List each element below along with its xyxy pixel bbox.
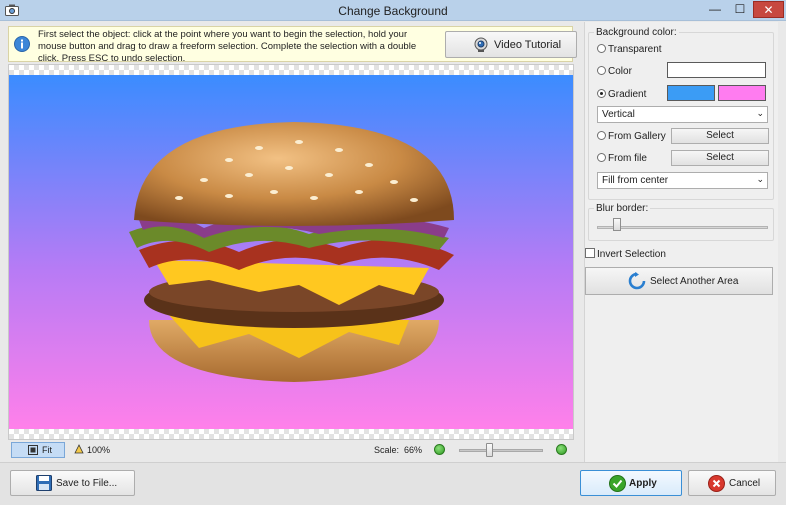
- zoom-in-icon[interactable]: [556, 444, 567, 455]
- radio-transparent[interactable]: Transparent: [597, 44, 662, 55]
- radio-color-label: Color: [608, 66, 632, 77]
- floppy-disk-icon: [36, 475, 52, 491]
- checkmark-icon: [609, 475, 626, 492]
- info-icon: [14, 36, 30, 52]
- blur-slider-thumb[interactable]: [613, 218, 621, 231]
- fit-button[interactable]: Fit: [11, 442, 65, 458]
- file-select-button[interactable]: Select: [671, 150, 769, 166]
- select-another-area-label: Select Another Area: [650, 276, 739, 287]
- gradient-direction-value: Vertical: [602, 109, 635, 120]
- radio-color-indicator[interactable]: [597, 66, 606, 75]
- invert-selection-label: Invert Selection: [597, 249, 666, 260]
- zoom-100-label: 100%: [87, 445, 111, 455]
- radio-gradient-label: Gradient: [608, 89, 647, 100]
- radio-transparent-label: Transparent: [608, 44, 662, 55]
- gradient-direction-select[interactable]: Vertical ⌄: [597, 106, 768, 123]
- cancel-label: Cancel: [729, 478, 761, 489]
- video-tutorial-button[interactable]: Video Tutorial: [445, 31, 577, 58]
- webcam-icon: [474, 37, 488, 52]
- radio-from-gallery-label: From Gallery: [608, 131, 666, 142]
- chevron-down-icon: ⌄: [756, 174, 764, 184]
- select-another-area-button[interactable]: Select Another Area: [585, 267, 773, 295]
- fit-label: Fit: [42, 445, 52, 455]
- save-to-file-label: Save to File...: [56, 478, 118, 489]
- invert-selection[interactable]: Invert Selection: [585, 248, 666, 260]
- radio-color[interactable]: Color: [597, 66, 632, 77]
- apply-button[interactable]: Apply: [580, 470, 682, 496]
- invert-selection-checkbox[interactable]: [585, 248, 595, 258]
- window-title: Change Background: [338, 4, 448, 18]
- background-color-title: Background color:: [594, 27, 679, 38]
- gradient-background-preview: [9, 75, 573, 429]
- apply-label: Apply: [629, 478, 657, 489]
- instruction-bar: First select the object: click at the po…: [8, 26, 577, 64]
- fill-mode-select[interactable]: Fill from center ⌄: [597, 172, 768, 189]
- actual-size-button[interactable]: 100%: [74, 444, 110, 455]
- radio-from-file-label: From file: [608, 153, 647, 164]
- zoom-out-icon[interactable]: [434, 444, 445, 455]
- gradient-color-2-swatch[interactable]: [718, 85, 766, 101]
- cancel-button[interactable]: Cancel: [688, 470, 776, 496]
- close-button[interactable]: ✕: [753, 1, 784, 18]
- blur-border-title: Blur border:: [594, 203, 651, 214]
- burger-image: [129, 122, 454, 382]
- radio-from-file[interactable]: From file: [597, 153, 647, 164]
- refresh-icon: [628, 272, 646, 290]
- dialog-footer: Save to File... Apply Cancel: [0, 462, 786, 505]
- gallery-select-button[interactable]: Select: [671, 128, 769, 144]
- minimize-button[interactable]: —: [703, 1, 727, 18]
- radio-gradient-indicator[interactable]: [597, 89, 606, 98]
- settings-panel: Background color: Transparent Color Grad…: [584, 22, 778, 462]
- transparency-strip-bottom: [9, 429, 573, 439]
- cancel-icon: [708, 475, 725, 492]
- blur-border-group: Blur border:: [588, 203, 774, 241]
- gradient-color-1-swatch[interactable]: [667, 85, 715, 101]
- zoom-actual-icon: [74, 444, 84, 454]
- radio-transparent-indicator[interactable]: [597, 44, 606, 53]
- scale-value: 66%: [404, 445, 423, 455]
- instruction-text: First select the object: click at the po…: [38, 29, 417, 64]
- radio-from-file-indicator[interactable]: [597, 153, 606, 162]
- radio-gradient[interactable]: Gradient: [597, 89, 646, 100]
- image-canvas[interactable]: [8, 64, 574, 440]
- blur-slider-track[interactable]: [597, 226, 768, 229]
- scale-label: Scale:: [374, 445, 400, 455]
- radio-from-gallery[interactable]: From Gallery: [597, 131, 666, 142]
- fit-icon: [28, 445, 38, 455]
- title-bar: Change Background — ☐ ✕: [0, 0, 786, 21]
- scale-slider-thumb[interactable]: [486, 443, 493, 457]
- zoom-toolbar: Fit 100% Scale: 66%: [8, 441, 574, 460]
- fill-mode-value: Fill from center: [602, 175, 669, 186]
- radio-from-gallery-indicator[interactable]: [597, 131, 606, 140]
- chevron-down-icon: ⌄: [756, 108, 764, 118]
- maximize-button[interactable]: ☐: [728, 1, 752, 18]
- video-tutorial-label: Video Tutorial: [494, 39, 562, 51]
- save-to-file-button[interactable]: Save to File...: [10, 470, 135, 496]
- transparency-strip-top: [9, 65, 573, 75]
- solid-color-swatch[interactable]: [667, 62, 766, 78]
- scale-slider-track[interactable]: [459, 449, 543, 452]
- background-color-group: Background color: Transparent Color Grad…: [588, 27, 774, 200]
